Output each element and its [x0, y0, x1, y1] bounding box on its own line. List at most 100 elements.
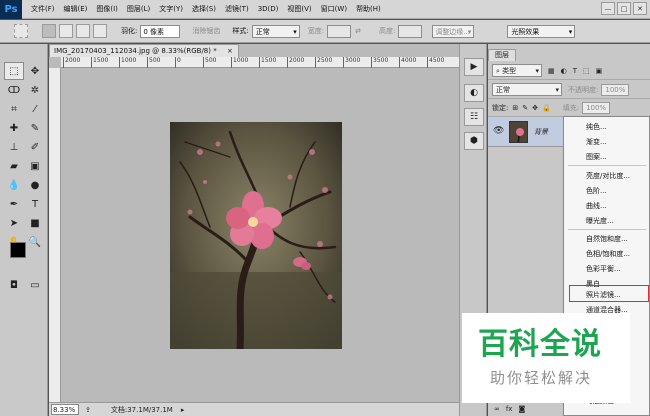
clone-stamp-icon[interactable]: ⊥ [4, 138, 24, 156]
refine-edge-button[interactable]: 调整边缘... [432, 24, 475, 38]
canvas[interactable] [62, 69, 460, 402]
ruler-tick: 1500 [258, 57, 277, 68]
menu-pattern[interactable]: 图案... [586, 152, 607, 162]
close-button[interactable]: ✕ [633, 2, 647, 15]
healing-brush-icon[interactable]: ✚ [4, 119, 24, 137]
workspace-select[interactable]: 光照效果 [507, 24, 576, 38]
adjustments-icon[interactable]: ◐ [464, 84, 484, 102]
eraser-icon[interactable]: ▰ [4, 157, 24, 175]
lock-position-icon[interactable]: ✥ [532, 104, 538, 112]
filter-adjust-icon[interactable]: ◐ [561, 67, 567, 75]
shape-icon[interactable]: ■ [25, 214, 45, 232]
menu-edit[interactable]: 编辑(E) [64, 4, 88, 14]
filter-shape-icon[interactable]: ⬚ [583, 67, 590, 75]
filter-type-icon[interactable]: T [573, 67, 577, 75]
background-layer-name: 背景 [534, 128, 548, 136]
ruler-tick: 2000 [62, 57, 81, 68]
link-layers-icon[interactable]: ∞ [494, 405, 500, 413]
marquee-preset-icon[interactable] [14, 24, 28, 38]
intersect-selection-icon[interactable] [93, 24, 107, 38]
feather-input[interactable]: 0 像素 [140, 24, 181, 38]
move-icon[interactable]: ✥ [25, 62, 45, 80]
menu-brightness-contrast[interactable]: 亮度/对比度... [586, 171, 630, 181]
eye-icon[interactable]: 👁 [493, 126, 504, 136]
add-mask-icon[interactable]: ◙ [518, 405, 525, 413]
height-input[interactable] [398, 24, 423, 38]
menu-separator [568, 165, 646, 166]
menu-color-balance[interactable]: 色彩平衡... [586, 264, 621, 274]
play-action-icon[interactable]: ▶ [464, 58, 484, 76]
style-select[interactable]: 正常 [251, 24, 300, 38]
blur-icon[interactable]: 💧 [4, 176, 24, 194]
filter-pixel-icon[interactable]: ▦ [548, 67, 555, 75]
fill-input[interactable]: 100% [582, 101, 611, 114]
menu-exposure[interactable]: 曝光度... [586, 216, 614, 226]
channels-icon[interactable]: ☷ [464, 108, 484, 126]
lock-paint-icon[interactable]: ✎ [522, 104, 528, 112]
menu-curves[interactable]: 曲线... [586, 201, 607, 211]
menu-help[interactable]: 帮助(H) [356, 4, 381, 14]
swap-icon[interactable]: ⇄ [355, 27, 361, 35]
foreground-color-swatch[interactable] [10, 242, 26, 258]
menu-3d[interactable]: 3D(D) [258, 5, 279, 13]
blend-mode-select[interactable]: 正常 [492, 83, 562, 96]
tools-panel: ⬚ ✥ ↀ ✲ ⌗ ⁄ ✚ ✎ ⊥ ✐ ▰ ▣ 💧 ● ✒ T ➤ ■ ✋ 🔍 … [0, 44, 48, 416]
dodge-icon[interactable]: ● [25, 176, 45, 194]
gradient-icon[interactable]: ▣ [25, 157, 45, 175]
menu-file[interactable]: 文件(F) [31, 4, 55, 14]
quick-mask-icon[interactable]: ◘ [4, 276, 24, 294]
ruler-tick: 500 [146, 57, 161, 68]
zoom-level-field[interactable]: 8.33% [51, 404, 79, 415]
eyedropper-icon[interactable]: ⁄ [25, 100, 45, 118]
close-tab-icon[interactable]: × [227, 47, 233, 55]
antialias-checkbox[interactable]: 消除锯齿 [192, 26, 220, 36]
maximize-button[interactable]: □ [617, 2, 631, 15]
rect-marquee-icon[interactable]: ⬚ [4, 62, 24, 80]
menu-image[interactable]: 图像(I) [96, 4, 118, 14]
menu-select[interactable]: 选择(S) [192, 4, 216, 14]
subtract-selection-icon[interactable] [76, 24, 90, 38]
menu-layer[interactable]: 图层(L) [127, 4, 150, 14]
document-size: 文档:37.1M/37.1M [110, 405, 173, 414]
3d-cube-icon[interactable]: ⬢ [464, 132, 484, 150]
width-input[interactable] [327, 24, 352, 38]
menu-levels[interactable]: 色阶... [586, 186, 607, 196]
menu-window[interactable]: 窗口(W) [321, 4, 347, 14]
new-selection-icon[interactable] [42, 24, 56, 38]
lock-pixels-icon[interactable]: ⊞ [512, 104, 518, 112]
zoom-icon[interactable]: 🔍 [25, 233, 45, 251]
lock-all-icon[interactable]: 🔒 [542, 104, 551, 112]
pen-icon[interactable]: ✒ [4, 195, 24, 213]
brush-icon[interactable]: ✎ [25, 119, 45, 137]
menu-solid-color[interactable]: 纯色... [586, 122, 607, 132]
filter-smart-icon[interactable]: ▣ [596, 67, 603, 75]
lasso-icon[interactable]: ↀ [4, 81, 24, 99]
document-tab[interactable]: IMG_20170403_112034.jpg @ 8.33%(RGB/8) *… [49, 44, 239, 57]
crop-icon[interactable]: ⌗ [4, 100, 24, 118]
menu-vibrance[interactable]: 自然饱和度... [586, 234, 628, 244]
menu-filter[interactable]: 滤镜(T) [225, 4, 249, 14]
watermark-title: 百科全说 [478, 327, 602, 362]
add-selection-icon[interactable] [59, 24, 73, 38]
path-select-icon[interactable]: ➤ [4, 214, 24, 232]
magic-wand-icon[interactable]: ✲ [25, 81, 45, 99]
minimize-button[interactable]: — [601, 2, 615, 15]
ruler-tick: 4500 [426, 57, 445, 68]
menu-gradient[interactable]: 渐变... [586, 137, 607, 147]
style-label: 样式: [232, 27, 249, 35]
menu-hue-saturation[interactable]: 色相/饱和度... [586, 249, 630, 259]
layers-tab[interactable]: 图层 [488, 49, 516, 61]
history-brush-icon[interactable]: ✐ [25, 138, 45, 156]
menu-photo-filter[interactable]: 照片滤镜... [586, 290, 621, 300]
filter-kind-select[interactable]: ⌕ 类型 [492, 64, 542, 77]
status-arrow-icon[interactable]: ▸ [181, 406, 185, 414]
share-icon[interactable]: ⇪ [85, 406, 91, 414]
type-icon[interactable]: T [25, 195, 45, 213]
menu-view[interactable]: 视图(V) [287, 4, 311, 14]
opacity-input[interactable]: 100% [601, 83, 630, 96]
watermark-subtitle: 助你轻松解决 [490, 369, 593, 387]
screen-mode-icon[interactable]: ▭ [25, 276, 45, 294]
fx-icon[interactable]: fx [506, 405, 513, 413]
options-bar: 羽化: 0 像素 消除锯齿 样式: 正常 宽度: ⇄ 高度: 调整边缘... 光… [0, 20, 650, 43]
menu-type[interactable]: 文字(Y) [159, 4, 183, 14]
